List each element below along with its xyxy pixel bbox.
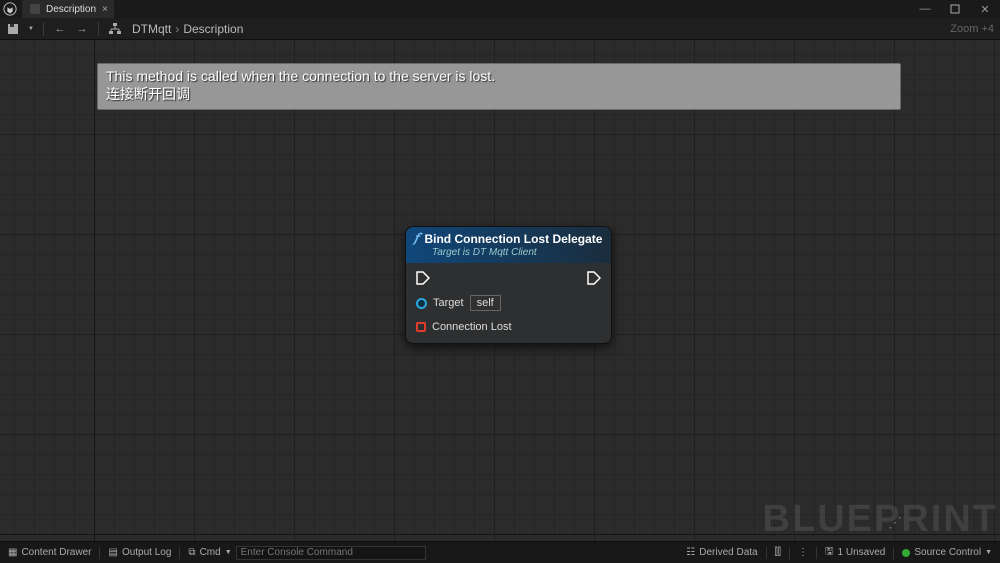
toolbar-left: ▼ ← → DTMqtt › Description <box>0 20 243 38</box>
description-banner: This method is called when the connectio… <box>97 63 901 110</box>
menu-icon: ⋮ <box>798 547 808 558</box>
node-header[interactable]: 𝑓 Bind Connection Lost Delegate Target i… <box>406 227 611 263</box>
statusbar-right: ☷ Derived Data ⫿⫿ ⋮ 🖫 1 Unsaved Source C… <box>678 542 1000 563</box>
description-line2: 连接断开回调 <box>106 86 892 104</box>
zoom-indicator: Zoom +4 <box>950 23 1000 35</box>
target-pin-row: Target self <box>416 295 601 311</box>
chevron-down-icon[interactable]: ▼ <box>985 549 992 556</box>
chevron-down-icon[interactable]: ▼ <box>225 549 232 556</box>
target-label: Target <box>433 297 464 309</box>
description-line1: This method is called when the connectio… <box>106 68 892 86</box>
node-subtitle: Target is DT Mqtt Client <box>432 247 603 258</box>
breadcrumb: DTMqtt › Description <box>132 22 243 36</box>
axis-h <box>0 534 1000 535</box>
cmd-label: Cmd <box>200 547 221 558</box>
titlebar: Description × ― ✕ <box>0 0 1000 18</box>
chart-icon: ⫿⫿ <box>775 547 781 558</box>
delegate-label: Connection Lost <box>432 321 512 333</box>
exec-pin-row <box>416 271 601 285</box>
content-drawer-button[interactable]: ▦ Content Drawer <box>0 542 99 563</box>
data-icon: ☷ <box>686 547 695 558</box>
cmd-icon: ⧉ <box>188 547 195 558</box>
content-drawer-label: Content Drawer <box>21 547 91 558</box>
maximize-button[interactable] <box>940 0 970 18</box>
function-icon: 𝑓 <box>414 231 418 246</box>
graph-area[interactable]: This method is called when the connectio… <box>0 40 1000 541</box>
breadcrumb-item-0[interactable]: DTMqtt <box>132 22 171 36</box>
tab-label: Description <box>46 4 96 15</box>
graph-viewport[interactable]: This method is called when the connectio… <box>0 40 1000 541</box>
derived-data-button[interactable]: ☷ Derived Data <box>678 542 765 563</box>
blueprint-node[interactable]: 𝑓 Bind Connection Lost Delegate Target i… <box>405 226 612 344</box>
minimize-button[interactable]: ― <box>910 0 940 18</box>
save-stack-icon: 🖫 <box>825 544 834 561</box>
tab-icon <box>30 4 40 14</box>
statusbar: ▦ Content Drawer ▤ Output Log ⧉ Cmd ▼ ☷ … <box>0 541 1000 563</box>
target-pin[interactable] <box>416 298 427 309</box>
node-body: Target self Connection Lost <box>406 263 611 343</box>
tab-description[interactable]: Description × <box>22 0 114 18</box>
divider <box>43 22 44 36</box>
breadcrumb-item-1[interactable]: Description <box>183 22 243 36</box>
drawer-icon: ▦ <box>8 547 17 558</box>
exec-out-pin[interactable] <box>587 271 601 285</box>
node-title: Bind Connection Lost Delegate <box>424 232 602 246</box>
hierarchy-icon[interactable] <box>106 20 124 38</box>
stats-button[interactable]: ⫿⫿ <box>767 542 789 563</box>
delegate-pin-row: Connection Lost <box>416 321 601 333</box>
log-icon: ▤ <box>108 547 117 558</box>
window-controls: ― ✕ <box>910 0 1000 18</box>
ue-logo-icon <box>0 0 20 18</box>
axis-v <box>94 40 95 541</box>
unsaved-button[interactable]: 🖫 1 Unsaved <box>817 542 893 563</box>
derived-data-label: Derived Data <box>699 547 757 558</box>
toolbar: ▼ ← → DTMqtt › Description Zoom +4 <box>0 18 1000 40</box>
output-log-label: Output Log <box>122 547 171 558</box>
cmd-button[interactable]: ⧉ Cmd ▼ <box>180 542 235 563</box>
source-control-label: Source Control <box>914 547 981 558</box>
unsaved-label: 1 Unsaved <box>838 547 886 558</box>
exec-in-pin[interactable] <box>416 271 430 285</box>
titlebar-left: Description × <box>0 0 114 18</box>
source-control-button[interactable]: Source Control ▼ <box>894 542 1000 563</box>
console-command-input[interactable] <box>236 546 426 560</box>
close-icon[interactable]: × <box>102 4 108 15</box>
target-value[interactable]: self <box>470 295 501 311</box>
menu-button[interactable]: ⋮ <box>790 542 816 563</box>
nav-forward-button[interactable]: → <box>73 20 91 38</box>
delegate-pin[interactable] <box>416 322 426 332</box>
chevron-right-icon: › <box>175 22 179 36</box>
save-dropdown-caret-icon[interactable]: ▼ <box>26 26 36 32</box>
save-button[interactable] <box>4 20 22 38</box>
output-log-button[interactable]: ▤ Output Log <box>100 542 179 563</box>
close-button[interactable]: ✕ <box>970 0 1000 18</box>
nav-back-button[interactable]: ← <box>51 20 69 38</box>
status-dot-icon <box>902 549 910 557</box>
divider <box>98 22 99 36</box>
